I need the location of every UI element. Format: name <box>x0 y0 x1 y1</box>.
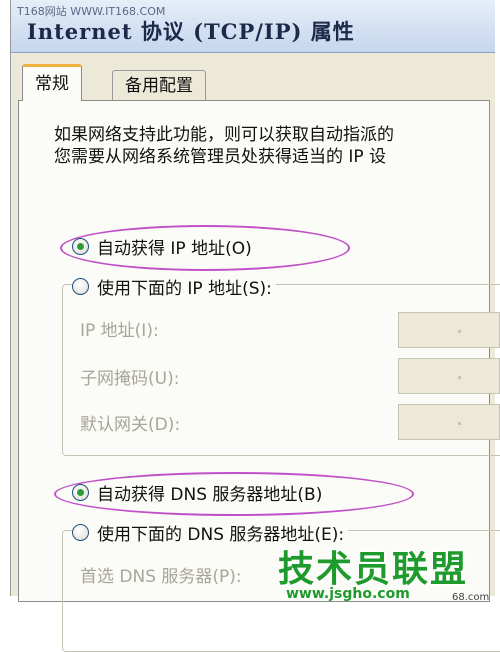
tab-alternate-configuration[interactable]: 备用配置 <box>112 70 206 101</box>
window-title: Internet 协议 (TCP/IP) 属性 <box>27 19 355 44</box>
logo-url: www.jsgho.com <box>286 586 410 602</box>
logo-text: 技术员联盟 <box>278 549 469 590</box>
ip-address-input[interactable] <box>398 312 500 348</box>
radio-button-checked-icon[interactable] <box>72 237 89 255</box>
preferred-dns-label: 首选 DNS 服务器(P): <box>80 567 242 587</box>
radio-button-checked-icon[interactable] <box>72 483 89 501</box>
radio-auto-dns[interactable]: 自动获得 DNS 服务器地址(B) <box>72 478 322 506</box>
radio-button-icon[interactable] <box>72 523 89 541</box>
radio-button-icon[interactable] <box>72 277 89 295</box>
ip-address-label: IP 地址(I): <box>80 321 159 341</box>
ip-separator-dot <box>458 330 461 333</box>
watermark-logo: 技术员联盟 www.jsgho.com <box>270 540 500 608</box>
radio-auto-ip-label: 自动获得 IP 地址(O) <box>97 238 252 259</box>
gateway-separator-dot <box>458 422 461 425</box>
radio-manual-ip[interactable]: 使用下面的 IP 地址(S): <box>72 272 276 300</box>
radio-auto-dns-label: 自动获得 DNS 服务器地址(B) <box>97 484 323 505</box>
title-bar[interactable]: T168网站 WWW.IT168.COM Internet 协议 (TCP/IP… <box>11 0 495 53</box>
subnet-mask-input[interactable] <box>398 358 500 394</box>
tab-general[interactable]: 常规 <box>22 64 82 101</box>
radio-manual-ip-label: 使用下面的 IP 地址(S): <box>97 278 272 299</box>
default-gateway-label: 默认网关(D): <box>80 415 181 435</box>
subnet-separator-dot <box>458 376 461 379</box>
radio-auto-ip[interactable]: 自动获得 IP 地址(O) <box>72 232 252 260</box>
subnet-mask-label: 子网掩码(U): <box>80 369 180 389</box>
description-line-2: 您需要从网络系统管理员处获得适当的 IP 设 <box>54 147 387 167</box>
default-gateway-input[interactable] <box>398 404 500 440</box>
